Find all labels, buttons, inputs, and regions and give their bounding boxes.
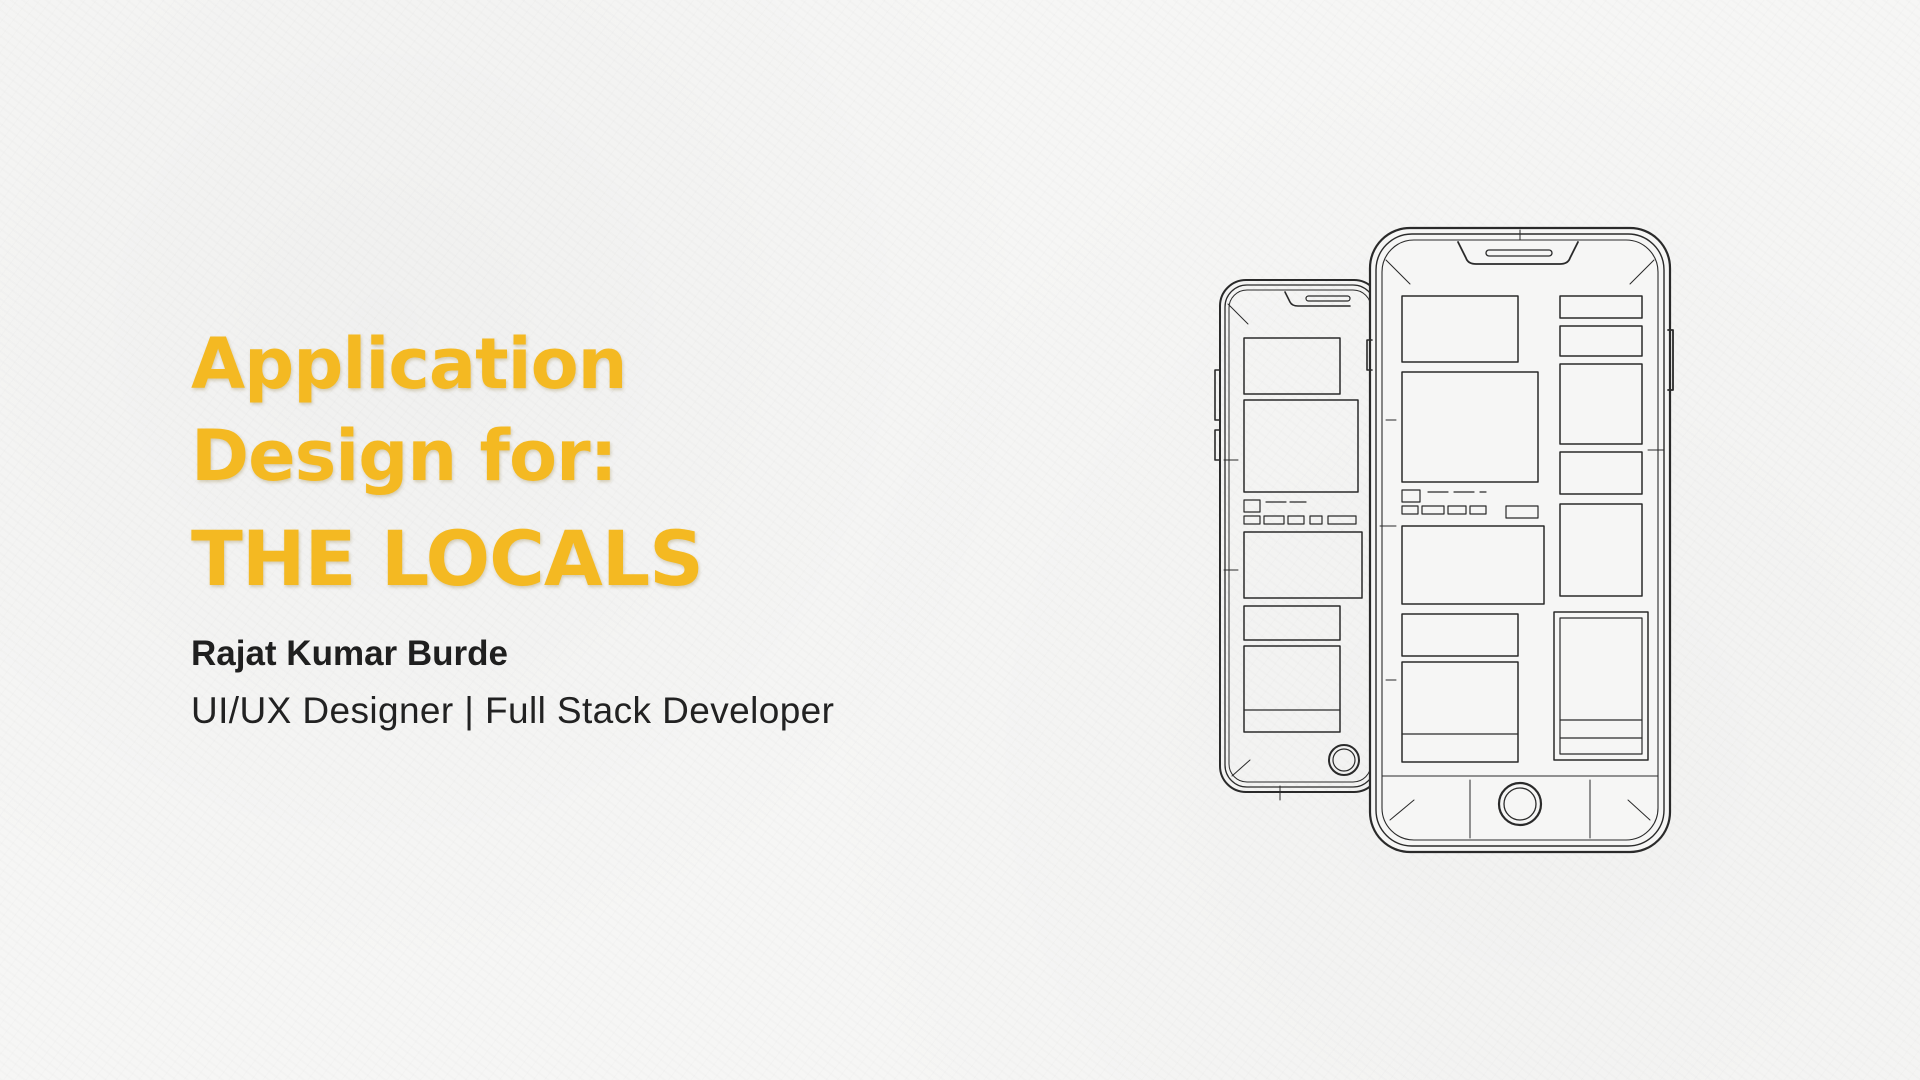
headline: Application Design for: bbox=[191, 318, 1011, 502]
title-block: Application Design for: THE LOCALS Rajat… bbox=[191, 318, 1011, 736]
phone-wireframe-sketch-icon bbox=[1210, 220, 1690, 860]
front-phone-icon bbox=[1366, 226, 1674, 854]
author-name: Rajat Kumar Burde bbox=[191, 634, 509, 673]
back-phone-icon bbox=[1214, 279, 1381, 801]
headline-line-1: Application bbox=[191, 323, 628, 405]
headline-line-2: Design for: bbox=[191, 415, 618, 497]
title-slide: Application Design for: THE LOCALS Rajat… bbox=[0, 0, 1920, 1080]
project-title: THE LOCALS bbox=[191, 514, 704, 603]
author-role: UI/UX Designer | Full Stack Developer bbox=[191, 690, 835, 731]
